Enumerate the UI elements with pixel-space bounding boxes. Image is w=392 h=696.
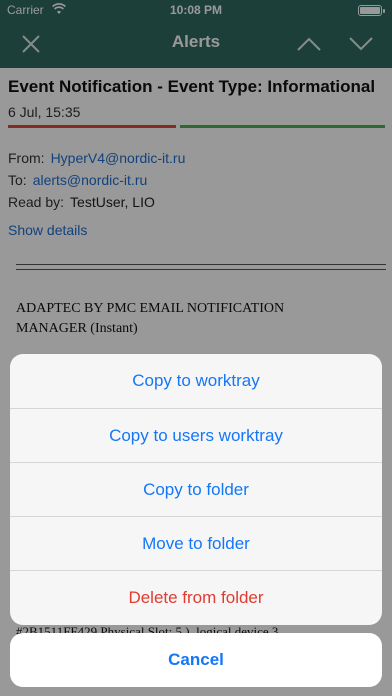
- move-to-folder-button[interactable]: Move to folder: [10, 516, 382, 570]
- action-sheet: Copy to worktray Copy to users worktray …: [10, 354, 382, 625]
- delete-from-folder-button[interactable]: Delete from folder: [10, 570, 382, 624]
- cancel-button[interactable]: Cancel: [10, 633, 382, 687]
- copy-to-users-worktray-button[interactable]: Copy to users worktray: [10, 408, 382, 462]
- copy-to-worktray-button[interactable]: Copy to worktray: [10, 354, 382, 408]
- copy-to-folder-button[interactable]: Copy to folder: [10, 462, 382, 516]
